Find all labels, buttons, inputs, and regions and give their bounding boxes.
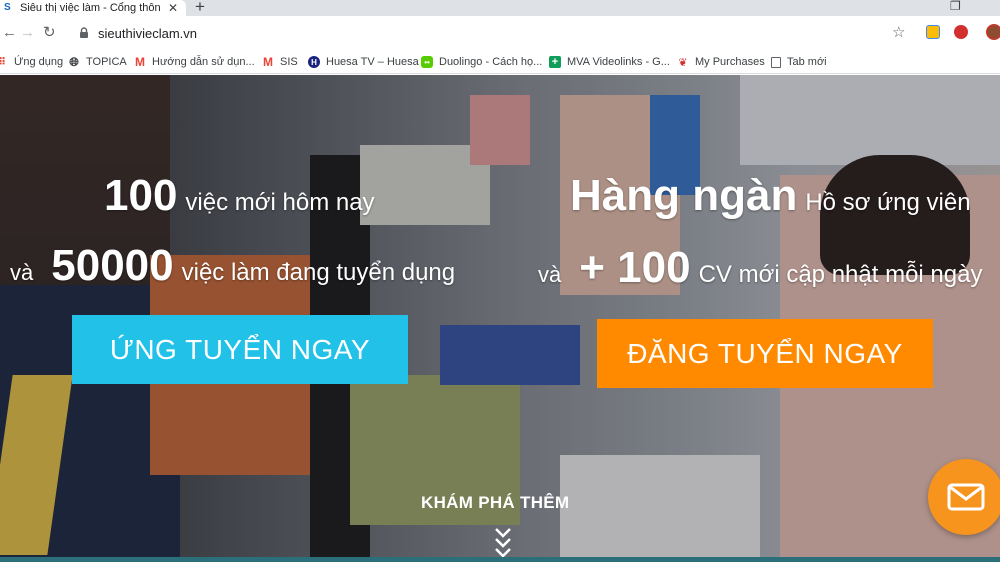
cv-count-line: Hàng ngàn Hồ sơ ứng viên (570, 171, 971, 221)
profile-avatar[interactable] (986, 24, 1000, 40)
back-icon[interactable]: ← (2, 24, 17, 42)
cv-count-text: Hồ sơ ứng viên (805, 189, 971, 216)
bookmark-topica[interactable]: 🌐︎ TOPICA (68, 54, 127, 70)
browser-tab[interactable]: S Siêu thị việc làm - Cổng thông ti ✕ (0, 0, 186, 16)
tab-close-icon[interactable]: ✕ (168, 1, 178, 15)
extension-abp-icon[interactable] (954, 25, 968, 39)
huesa-icon: H (308, 56, 320, 68)
bookmark-duolingo[interactable]: •• Duolingo - Cách họ... (421, 54, 542, 70)
cv-daily-text: CV mới cập nhật mỗi ngày (698, 261, 983, 288)
post-job-button[interactable]: ĐĂNG TUYỂN NGAY (597, 319, 933, 388)
cv-daily-line: và + 100 CV mới cập nhật mỗi ngày (538, 243, 982, 293)
plus-icon: + (549, 56, 561, 68)
mail-icon (947, 483, 985, 511)
apply-now-button[interactable]: ỨNG TUYỂN NGAY (72, 315, 408, 384)
page-bottom-strip (0, 557, 1000, 562)
bird-icon: ❦ (678, 56, 688, 69)
jobs-today-text: việc mới hôm nay (185, 189, 375, 216)
gmail-icon: M (135, 55, 145, 69)
tab-title: Siêu thị việc làm - Cổng thông ti (20, 2, 160, 14)
page-icon (771, 56, 781, 68)
jobs-today-count: 100 (104, 171, 178, 220)
lock-icon (80, 27, 88, 38)
reload-icon[interactable]: ↻ (43, 24, 56, 42)
bookmarks-bar: ⠿ Ứng dụng 🌐︎ TOPICA M Hướng dẫn sử dụn.… (0, 50, 1000, 74)
jobs-open-prefix: và (10, 260, 34, 285)
bookmark-huesa[interactable]: H Huesa TV – Huesa (308, 54, 419, 70)
tab-strip: S Siêu thị việc làm - Cổng thông ti ✕ + … (0, 0, 1000, 16)
site-favicon-icon: S (4, 2, 11, 13)
bookmark-sis[interactable]: M SIS (262, 54, 298, 70)
jobs-open-count: 50000 (51, 241, 174, 290)
globe-icon: 🌐︎ (69, 54, 79, 69)
jobs-open-line: và 50000 việc làm đang tuyển dụng (10, 241, 455, 291)
browser-toolbar: ← → ↻ sieuthivieclam.vn ☆ (0, 16, 1000, 50)
mail-contact-button[interactable] (928, 459, 1000, 535)
explore-more-link[interactable]: KHÁM PHÁ THÊM (421, 493, 569, 513)
bookmark-my-purchases[interactable]: ❦ My Purchases (677, 54, 764, 70)
duolingo-icon: •• (421, 56, 433, 68)
extension-icon[interactable] (926, 25, 940, 39)
new-tab-icon[interactable]: + (195, 0, 205, 16)
jobs-today-line: 100 việc mới hôm nay (104, 171, 375, 221)
restore-window-icon[interactable]: ❐ (950, 0, 961, 13)
jobs-open-text: việc làm đang tuyển dụng (181, 259, 456, 286)
bookmark-apps[interactable]: ⠿ Ứng dụng (0, 54, 63, 70)
bookmark-star-icon[interactable]: ☆ (892, 23, 905, 41)
bookmark-tab-moi[interactable]: Tab mới (771, 54, 827, 70)
cv-daily-prefix: và (538, 262, 562, 287)
bookmark-mva[interactable]: + MVA Videolinks - G... (549, 54, 670, 70)
apps-icon: ⠿ (0, 56, 6, 68)
address-bar[interactable]: sieuthivieclam.vn (68, 20, 918, 46)
cv-daily-count: + 100 (579, 243, 691, 292)
hero-section: 100 việc mới hôm nay và 50000 việc làm đ… (0, 75, 1000, 562)
bookmark-huong-dan[interactable]: M Hướng dẫn sử dụn... (134, 54, 255, 70)
gmail-icon: M (263, 55, 273, 69)
cv-count: Hàng ngàn (570, 171, 798, 220)
url-text: sieuthivieclam.vn (98, 25, 197, 41)
forward-icon[interactable]: → (20, 24, 35, 42)
